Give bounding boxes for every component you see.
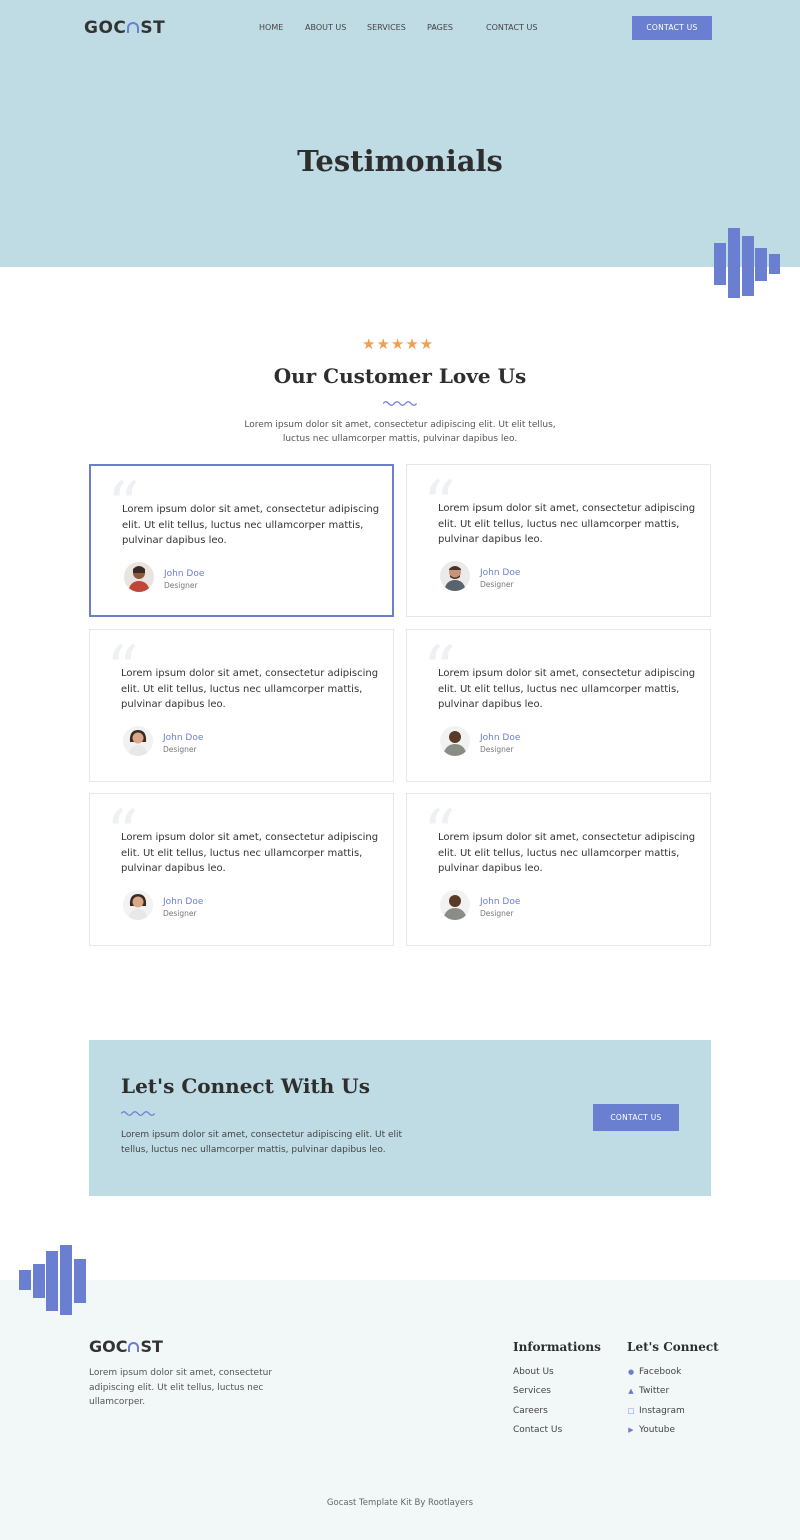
author-role: Designer	[163, 909, 197, 918]
avatar	[124, 562, 154, 592]
rating-stars: ★★★★★	[362, 335, 435, 353]
page-title: Testimonials	[297, 144, 503, 178]
avatar	[440, 561, 470, 591]
nav-item-about[interactable]: ABOUT US	[305, 23, 346, 32]
informations-title: Informations	[513, 1340, 601, 1354]
nav-item-services[interactable]: SERVICES	[367, 23, 406, 32]
section-description: Lorem ipsum dolor sit amet, consectetur …	[244, 420, 556, 444]
cta-title: Let's Connect With Us	[121, 1074, 370, 1098]
author-name: John Doe	[480, 897, 521, 907]
social-label: Facebook	[639, 1367, 682, 1377]
social-link-facebook[interactable]: ● Facebook	[627, 1367, 681, 1377]
testimonial-card[interactable]: “ Lorem ipsum dolor sit amet, consectetu…	[406, 464, 711, 617]
logo[interactable]: GOC ST	[84, 18, 165, 38]
logo-text-right: ST	[140, 18, 166, 38]
copyright: Gocast Template Kit By Rootlayers	[326, 1498, 474, 1508]
author-name: John Doe	[480, 733, 521, 743]
cta-banner: Let's Connect With Us Lorem ipsum dolor …	[89, 1040, 711, 1196]
social-link-youtube[interactable]: ▶ Youtube	[627, 1425, 675, 1435]
author-role: Designer	[480, 580, 514, 589]
testimonial-card[interactable]: “ Lorem ipsum dolor sit amet, consectetu…	[406, 629, 711, 782]
author-name: John Doe	[480, 568, 521, 578]
author-role: Designer	[480, 909, 514, 918]
avatar	[123, 726, 153, 756]
social-link-instagram[interactable]: □ Instagram	[627, 1406, 685, 1416]
hero-banner: GOC ST HOME ABOUT US SERVICES PAGES ⌄ CONT…	[0, 0, 800, 267]
avatar	[440, 726, 470, 756]
footer: GOC ST Lorem ipsum dolor sit amet, consec…	[0, 1280, 800, 1540]
wave-divider-icon	[121, 1111, 155, 1116]
testimonial-card[interactable]: “ Lorem ipsum dolor sit amet, consectetu…	[89, 629, 394, 782]
testimonial-card[interactable]: “ Lorem ipsum dolor sit amet, consectetu…	[89, 793, 394, 946]
footer-link-careers[interactable]: Careers	[513, 1406, 548, 1416]
testimonial-text: Lorem ipsum dolor sit amet, consectetur …	[438, 668, 696, 710]
footer-link-contact[interactable]: Contact Us	[513, 1425, 562, 1435]
instagram-icon: □	[627, 1407, 635, 1415]
testimonial-text: Lorem ipsum dolor sit amet, consectetur …	[121, 832, 379, 874]
testimonial-text: Lorem ipsum dolor sit amet, consectetur …	[438, 832, 696, 874]
footer-link-about[interactable]: About Us	[513, 1367, 554, 1377]
wave-divider-icon	[383, 401, 417, 406]
testimonial-card[interactable]: “ Lorem ipsum dolor sit amet, consectetu…	[89, 464, 394, 617]
author-role: Designer	[163, 745, 197, 754]
testimonial-text: Lorem ipsum dolor sit amet, consectetur …	[122, 504, 380, 546]
author-name: John Doe	[163, 897, 204, 907]
top-nav: GOC ST HOME ABOUT US SERVICES PAGES ⌄ CONT…	[0, 0, 800, 55]
testimonial-card[interactable]: “ Lorem ipsum dolor sit amet, consectetu…	[406, 793, 711, 946]
section-title: Our Customer Love Us	[273, 364, 527, 388]
author-role: Designer	[480, 745, 514, 754]
author-name: John Doe	[163, 733, 204, 743]
logo-arc-icon	[127, 22, 140, 33]
footer-description: Lorem ipsum dolor sit amet, consectetur …	[89, 1368, 273, 1407]
logo-text-left: GOC	[84, 18, 127, 38]
author-name: John Doe	[164, 569, 205, 579]
nav-item-contact[interactable]: CONTACT US	[486, 23, 537, 32]
footer-link-services[interactable]: Services	[513, 1386, 551, 1396]
author-role: Designer	[164, 581, 198, 590]
social-link-twitter[interactable]: ▲ Twitter	[627, 1386, 669, 1396]
logo-text-right: ST	[140, 1337, 163, 1356]
social-label: Twitter	[639, 1386, 670, 1396]
social-label: Instagram	[639, 1406, 685, 1416]
avatar	[123, 890, 153, 920]
contact-us-button[interactable]: CONTACT US	[632, 16, 712, 40]
cta-description: Lorem ipsum dolor sit amet, consectetur …	[121, 1130, 403, 1155]
logo-text-left: GOC	[89, 1337, 128, 1356]
footer-logo[interactable]: GOC ST	[89, 1337, 163, 1356]
testimonial-text: Lorem ipsum dolor sit amet, consectetur …	[121, 668, 379, 710]
contact-us-button[interactable]: CONTACT US	[593, 1104, 679, 1131]
facebook-icon: ●	[627, 1368, 635, 1376]
connect-title: Let's Connect	[627, 1340, 719, 1354]
youtube-icon: ▶	[628, 1426, 634, 1434]
avatar	[440, 890, 470, 920]
nav-item-home[interactable]: HOME	[259, 23, 283, 32]
twitter-icon: ▲	[628, 1387, 634, 1395]
social-label: Youtube	[639, 1425, 675, 1435]
testimonial-text: Lorem ipsum dolor sit amet, consectetur …	[438, 503, 696, 545]
chevron-down-icon: ⌄	[431, 23, 437, 31]
logo-arc-icon	[128, 1342, 140, 1352]
